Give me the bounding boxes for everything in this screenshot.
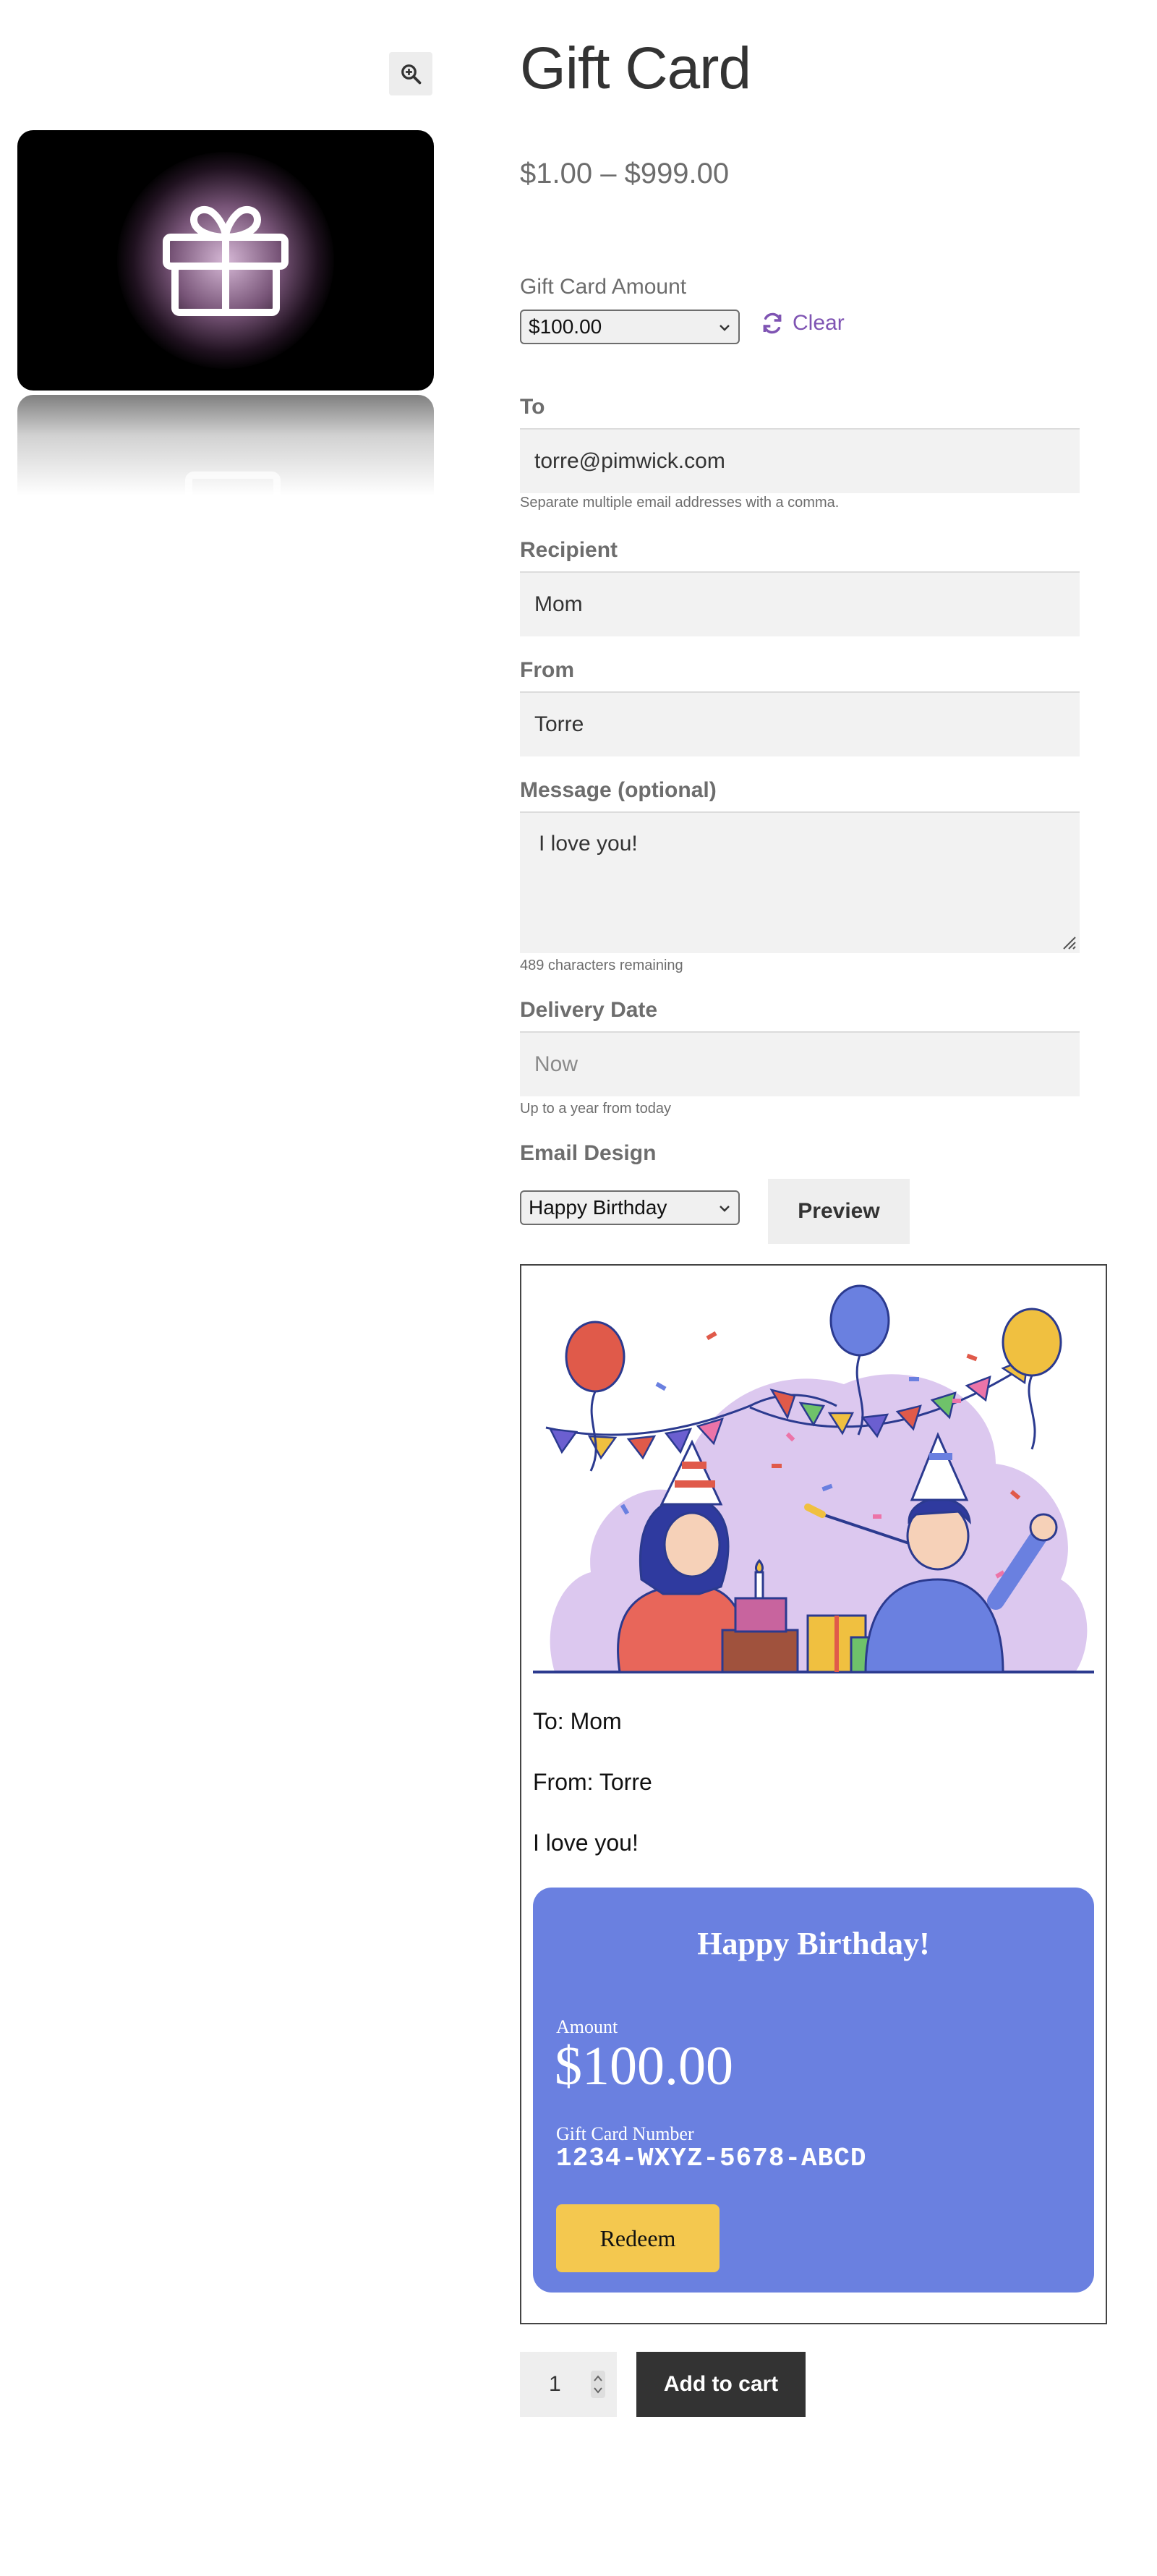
clear-button[interactable]: Clear (761, 311, 845, 336)
zoom-in-icon (401, 64, 422, 85)
message-text: I love you! (539, 832, 638, 856)
chevron-down-icon (720, 1206, 730, 1212)
recipient-field[interactable]: Mom (520, 571, 1080, 636)
design-label: Email Design (520, 1141, 657, 1165)
birthday-illustration (533, 1284, 1094, 1673)
gift-card-heading: Happy Birthday! (697, 1926, 930, 1961)
amount-label: Gift Card Amount (520, 275, 687, 299)
preview-button[interactable]: Preview (768, 1179, 910, 1244)
to-label: To (520, 395, 545, 419)
design-select[interactable]: Happy Birthday (520, 1190, 740, 1225)
gift-card-image (17, 130, 434, 391)
redeem-button[interactable]: Redeem (556, 2204, 720, 2272)
email-to-line: To: Mom (533, 1708, 622, 1734)
message-textarea[interactable]: I love you! (520, 811, 1080, 953)
gift-card-preview: Happy Birthday! Amount $100.00 Gift Card… (533, 1888, 1094, 2293)
gift-card-number: 1234-WXYZ-5678-ABCD (556, 2144, 867, 2173)
delivery-label: Delivery Date (520, 998, 658, 1022)
to-email-field[interactable]: torre@pimwick.com (520, 428, 1080, 493)
email-message-line: I love you! (533, 1830, 639, 1856)
amount-selected: $100.00 (529, 315, 602, 338)
gift-card-amount: $100.00 (555, 2036, 733, 2097)
clear-label: Clear (793, 311, 845, 335)
delivery-help-text: Up to a year from today (520, 1101, 671, 1117)
email-preview: To: Mom From: Torre I love you! Happy Bi… (520, 1264, 1107, 2324)
to-help-text: Separate multiple email addresses with a… (520, 495, 840, 511)
refresh-icon (763, 312, 782, 334)
design-selected: Happy Birthday (529, 1196, 667, 1219)
product-title: Gift Card (520, 35, 751, 101)
message-label: Message (optional) (520, 778, 717, 802)
zoom-button[interactable] (389, 52, 432, 95)
spinner-arrows-icon[interactable] (591, 2371, 605, 2398)
amount-select[interactable]: $100.00 (520, 310, 740, 344)
add-to-cart-button[interactable]: Add to cart (636, 2352, 806, 2417)
quantity-value: 1 (549, 2372, 561, 2396)
chevron-down-icon (720, 325, 730, 331)
resize-handle-icon[interactable] (1061, 934, 1077, 950)
message-remaining: 489 characters remaining (520, 958, 683, 973)
from-label: From (520, 658, 574, 682)
price-range: $1.00 – $999.00 (520, 158, 730, 189)
email-from-line: From: Torre (533, 1769, 652, 1795)
recipient-label: Recipient (520, 538, 618, 562)
gift-icon (163, 205, 289, 316)
delivery-date-field[interactable]: Now (520, 1031, 1080, 1096)
product-image (17, 130, 434, 496)
from-field[interactable]: Torre (520, 691, 1080, 756)
card-number-caption: Gift Card Number (556, 2123, 694, 2144)
quantity-stepper[interactable]: 1 (520, 2352, 617, 2417)
image-reflection (17, 395, 434, 496)
